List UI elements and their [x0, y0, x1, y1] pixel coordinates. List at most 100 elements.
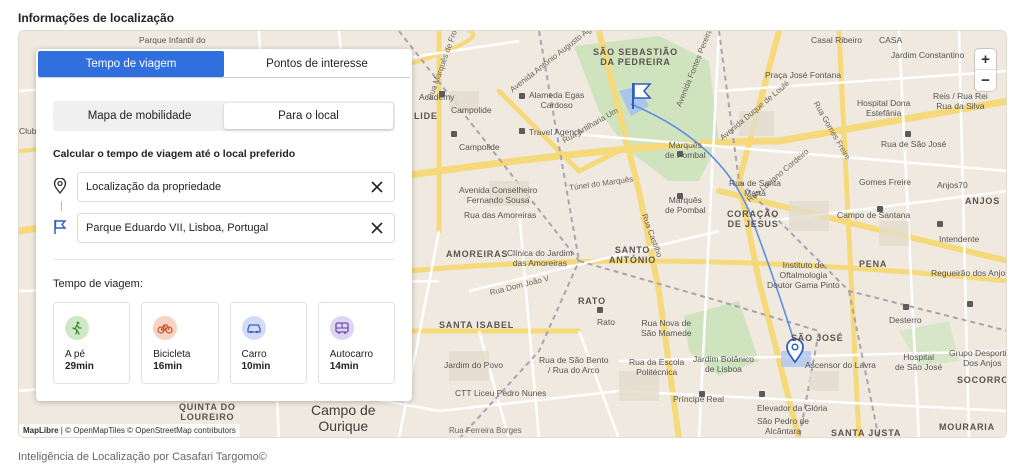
map-label-regueirao: Regueirão dos Anjos: [931, 268, 1007, 278]
clear-origin-icon[interactable]: [370, 180, 384, 194]
origin-field[interactable]: Localização da propriedade: [77, 172, 395, 202]
tabs-divider: [38, 77, 410, 78]
map-label-lide: LIDE: [414, 111, 438, 121]
map-label-marques-2: Marquês de Pombal: [665, 195, 706, 215]
map-pin-icon: [53, 178, 67, 194]
mode-time: 29min: [65, 361, 94, 372]
bicycle-icon: [153, 316, 178, 340]
map-label-campolide-2: Campolide: [459, 142, 500, 152]
panel-tabs: Tempo de viagem Pontos de interesse: [38, 51, 410, 77]
map-label-jardim-povo: Jardim do Povo: [444, 360, 504, 370]
map-label-marques: Marquês de Pombal: [665, 140, 706, 160]
map-label-rato-poi: Rato: [597, 317, 615, 327]
map-label-campo-santana: Campo de Santana: [837, 210, 911, 220]
map-label-ctt: CTT: [455, 388, 472, 398]
map-label-desterro: Desterro: [889, 315, 922, 325]
map-label-rua-sao-jose: Rua de São José: [881, 139, 947, 149]
map-label-pena: PENA: [859, 259, 888, 269]
mode-card-walking[interactable]: A pé 29min: [53, 302, 131, 384]
map-label-socorro: SOCORRO: [957, 375, 1007, 385]
calc-title: Calcular o tempo de viagem até o local p…: [53, 148, 296, 160]
map-label-gomes-freire: Gomes Freire: [859, 177, 911, 187]
poi-marker: [699, 391, 705, 397]
zoom-in-button[interactable]: +: [975, 49, 996, 70]
zoom-control: + −: [975, 49, 996, 91]
poi-marker: [905, 131, 911, 137]
map-label-campo-ourique: Campo de Ourique: [311, 402, 376, 435]
map-attribution: MapLibre | © OpenMapTiles © OpenStreetMa…: [19, 424, 240, 437]
clear-destination-icon[interactable]: [370, 221, 384, 235]
segment-mapa-de-mobilidade[interactable]: Mapa de mobilidade: [55, 103, 224, 129]
mode-time: 10min: [241, 361, 271, 372]
map-label-rua-nova: Rua Nova de São Mamede: [641, 318, 692, 338]
poi-marker: [677, 151, 683, 157]
map-label-avenida-conselheiro: Avenida Conselheiro Fernando Sousa: [459, 185, 538, 205]
map-label-elevador: Elevador da Glória: [757, 403, 828, 413]
mode-segmented-control: Mapa de mobilidade Para o local: [53, 101, 395, 131]
map-label-mouraria: MOURARIA: [939, 422, 995, 432]
poi-marker: [519, 128, 525, 134]
mode-time: 14min: [329, 361, 359, 372]
travel-modes: A pé 29min Bicicleta 16min Carro 10min A…: [53, 302, 395, 384]
map-label-rua-amoreiras: Rua das Amoreiras: [464, 210, 537, 220]
map-label-jardim-botanico: Jardim Botânico de Lisboa: [693, 354, 754, 374]
map-label-escola: Rua da Escola Politécnica: [629, 357, 685, 377]
map-label-casa: CASA: [879, 35, 903, 45]
flag-icon: [54, 220, 67, 234]
attribution-text: | © OpenMapTiles © OpenStreetMap contrib…: [58, 426, 236, 435]
map-label-anjos70: Anjos70: [937, 180, 968, 190]
map-label-sao-bento: Rua de São Bento / Rua do Arco: [539, 355, 609, 375]
travel-panel: Tempo de viagem Pontos de interesse Mapa…: [36, 49, 412, 401]
map-label-rato: RATO: [578, 296, 606, 306]
map-label-casal-ribeiro: Casal Ribeiro: [811, 35, 863, 45]
zoom-out-button[interactable]: −: [975, 70, 996, 91]
panel-divider: [53, 259, 395, 260]
destination-field[interactable]: Parque Eduardo VII, Lisboa, Portugal: [77, 213, 395, 243]
map-label-coracao: CORAÇÃO DE JESUS: [727, 209, 780, 230]
map-label-liceu: Liceu Pedro Nunes: [474, 388, 547, 398]
destination-value: Parque Eduardo VII, Lisboa, Portugal: [86, 222, 269, 234]
map-label-santa-isabel: SANTA ISABEL: [439, 320, 515, 330]
mode-name: Autocarro: [329, 349, 374, 360]
mode-card-car[interactable]: Carro 10min: [229, 302, 307, 384]
map-label-rua-ferreira: Rua Ferreira Borges: [449, 426, 522, 435]
poi-marker: [877, 206, 883, 212]
poi-marker: [597, 307, 603, 313]
map-label-anjos: ANJOS: [965, 196, 1001, 206]
map-label-alameda: Alameda Egas Cardoso: [529, 90, 585, 110]
poi-marker: [759, 391, 765, 397]
map-label-sao-jose: SÃO JOSÉ: [791, 333, 844, 343]
poi-marker: [451, 131, 457, 137]
mode-name: Bicicleta: [153, 349, 191, 360]
tab-pontos-de-interesse[interactable]: Pontos de interesse: [224, 51, 410, 77]
map-label-jardim-constantino: Jardim Constantino: [891, 50, 965, 60]
map-label-parque-infantil: Parque Infantil do: [139, 35, 206, 45]
mode-card-bicycle[interactable]: Bicicleta 16min: [141, 302, 219, 384]
map-label-hospital-sj: Hospital de São José: [895, 352, 943, 372]
map-label-reis: Reis / Rua Rei Rua da Silva: [933, 91, 988, 111]
map-label-santo-antonio: SANTO ANTÓNIO: [609, 245, 657, 266]
tab-tempo-de-viagem[interactable]: Tempo de viagem: [38, 51, 224, 77]
map-label-grupo: Grupo DesportivoDos Anjos: [949, 348, 1007, 368]
map-label-instituto: Instituto de Oftalmologia Doutor Gama Pint…: [767, 260, 840, 290]
section-title: Informações de localização: [18, 11, 175, 25]
origin-value: Localização da propriedade: [86, 181, 222, 193]
map-label-praca-fontana: Praça José Fontana: [765, 70, 842, 80]
walking-icon: [65, 316, 89, 340]
field-connector: [61, 201, 62, 211]
poi-marker: [677, 193, 683, 199]
poi-marker: [903, 304, 909, 310]
map-label-sao-sebastiao: SÃO SEBASTIÃO DA PEDREIRA: [593, 47, 678, 68]
bus-icon: [329, 316, 354, 340]
travel-time-label: Tempo de viagem:: [53, 278, 143, 290]
mode-time: 16min: [153, 361, 183, 372]
map-label-academy: Academy: [419, 92, 455, 102]
mode-card-bus[interactable]: Autocarro 14min: [317, 302, 395, 384]
map-label-clinica: Clínica do Jardim das Amoreiras: [507, 248, 573, 268]
maplibre-link[interactable]: MapLibre: [23, 426, 59, 435]
mode-name: A pé: [65, 349, 86, 360]
map-label-quinta: QUINTA DO LOUREIRO: [179, 402, 236, 423]
mode-name: Carro: [241, 349, 267, 360]
segment-para-o-local[interactable]: Para o local: [224, 103, 393, 129]
map-label-sao-pedro: São Pedro de Alcântara: [757, 416, 809, 436]
